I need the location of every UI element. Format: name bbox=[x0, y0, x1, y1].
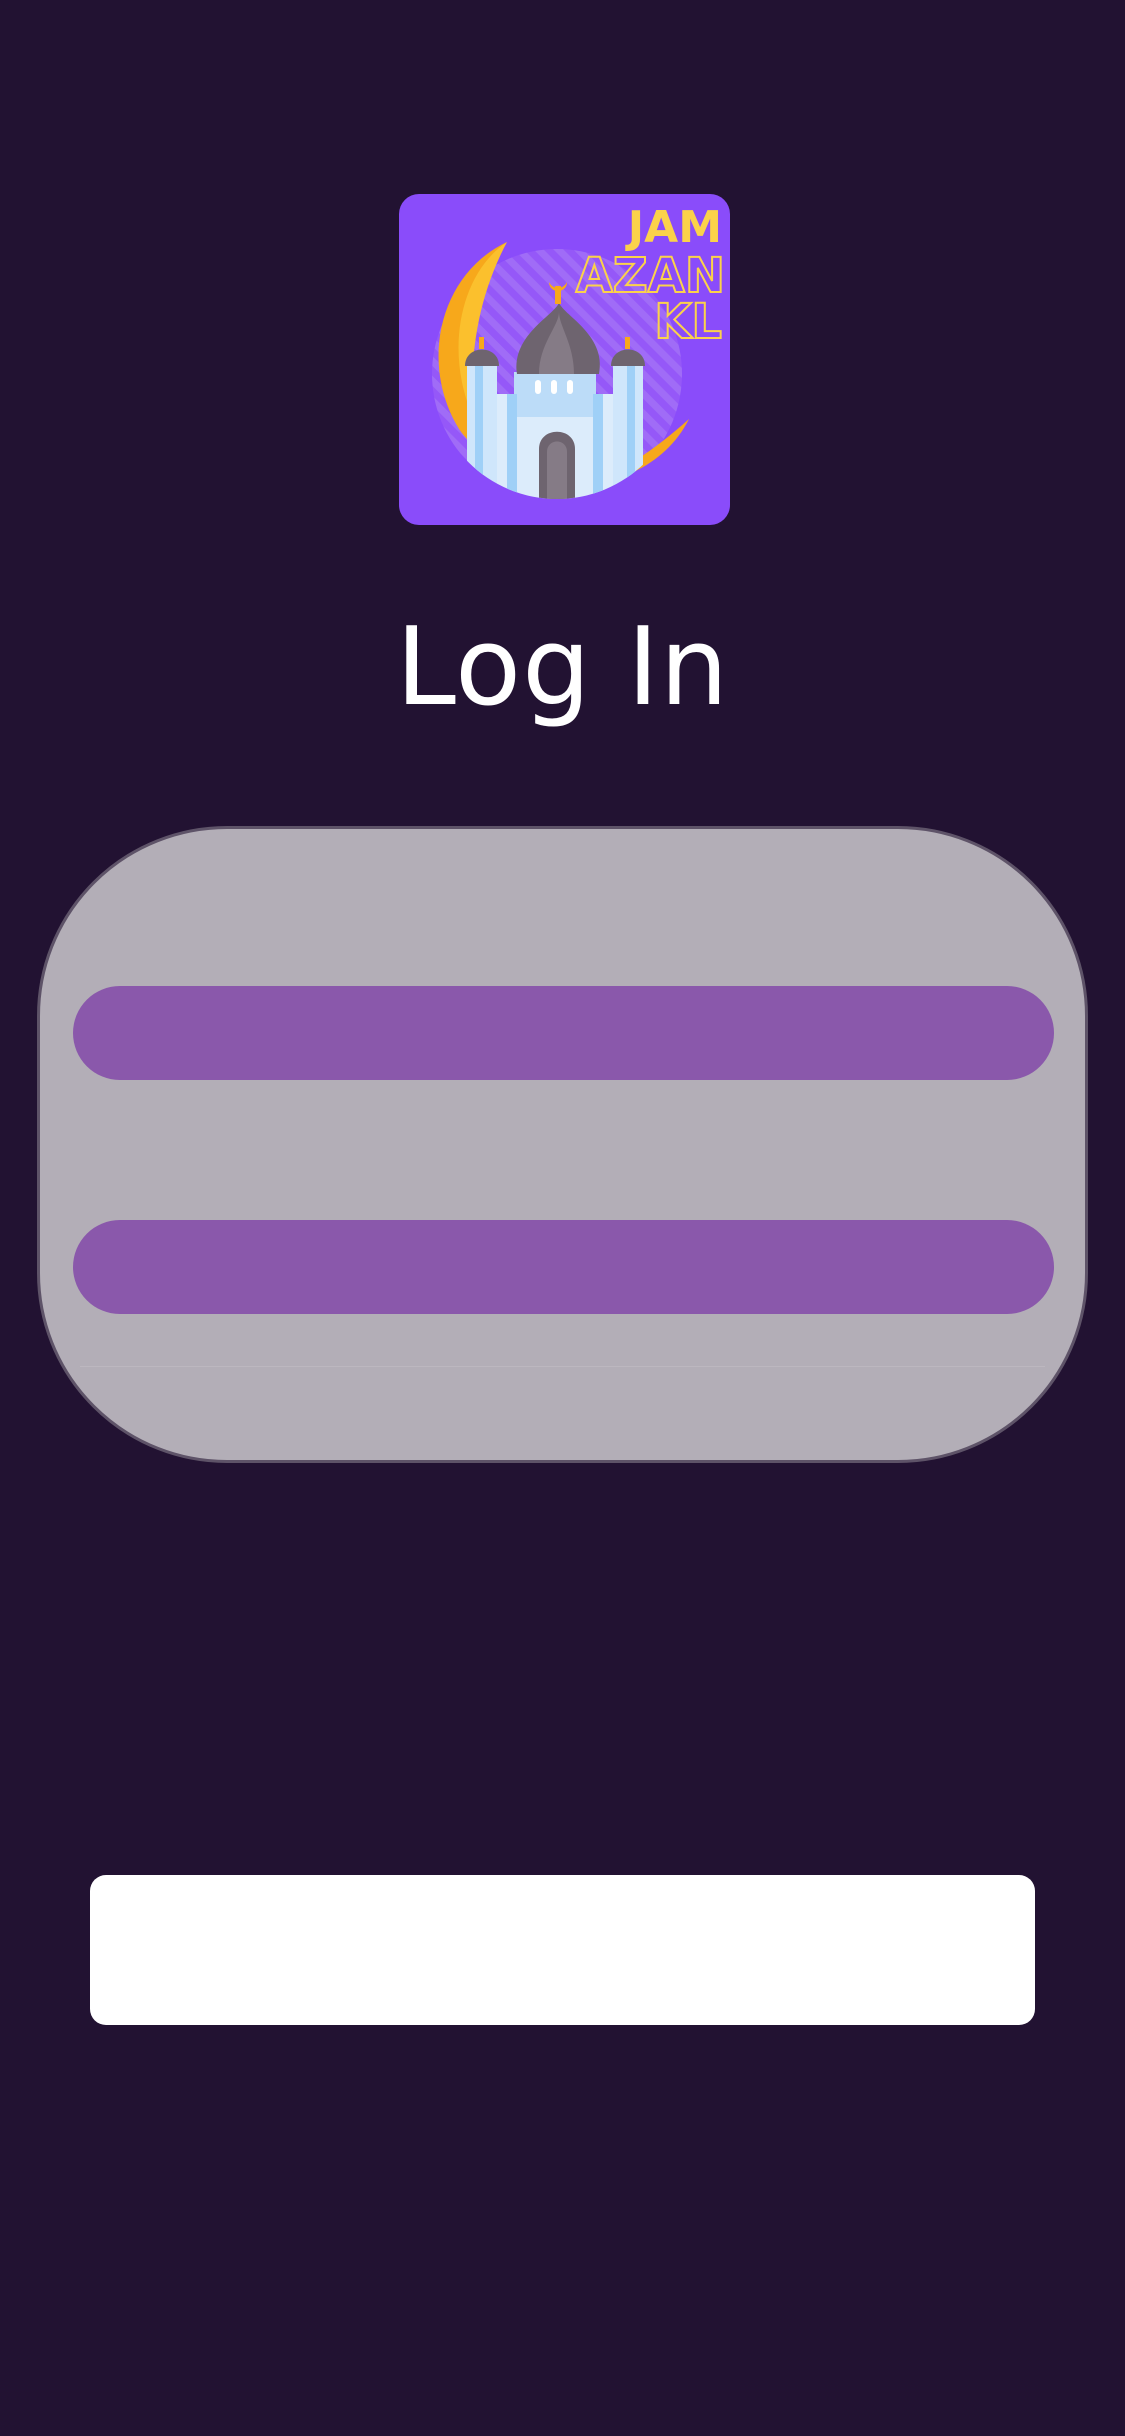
login-button[interactable] bbox=[90, 1875, 1035, 2025]
login-form bbox=[37, 826, 1088, 1463]
logo-text-line-3: KL bbox=[654, 294, 722, 350]
app-logo: JAM AZAN KL bbox=[399, 194, 730, 525]
username-field[interactable] bbox=[73, 986, 1054, 1080]
mosque-logo-icon: JAM AZAN KL bbox=[432, 202, 726, 499]
page-title: Log In bbox=[395, 605, 730, 730]
form-divider bbox=[80, 1366, 1045, 1367]
logo-text-line-1: JAM bbox=[625, 202, 722, 253]
password-field[interactable] bbox=[73, 1220, 1054, 1314]
